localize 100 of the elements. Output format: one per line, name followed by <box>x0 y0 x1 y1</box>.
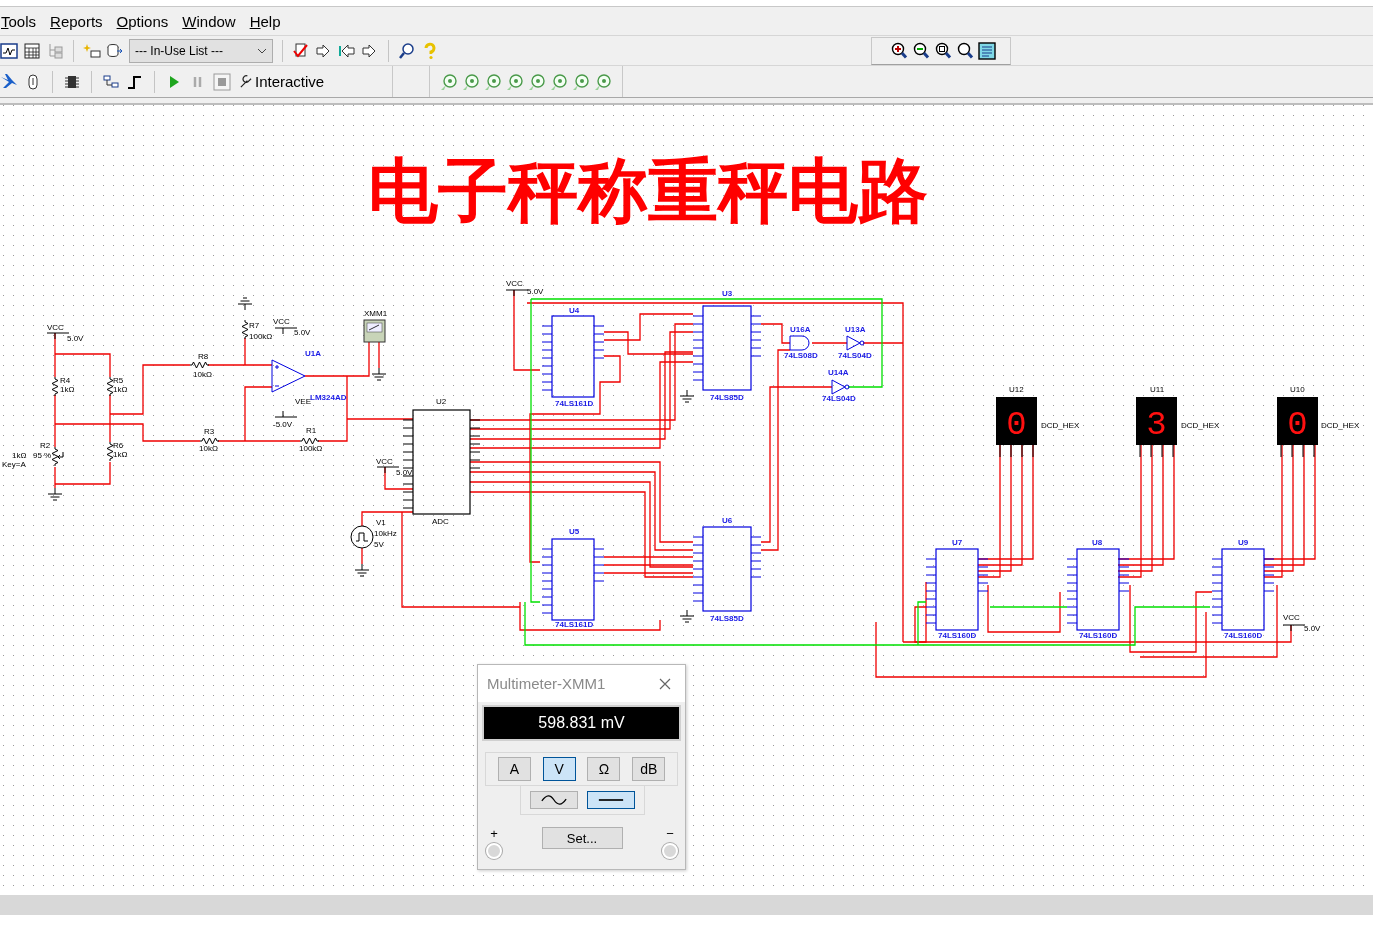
probe-icon[interactable] <box>572 72 590 91</box>
component-label: U1A <box>305 349 321 358</box>
ac-mode-button[interactable] <box>530 791 578 809</box>
wire <box>361 547 363 565</box>
component-label: 10kHz <box>374 529 397 538</box>
check-icon[interactable] <box>292 41 310 60</box>
seven-segment-display <box>1136 397 1177 458</box>
component-label: 5V <box>374 540 384 549</box>
buffer-symbol <box>831 379 850 395</box>
ground-symbol <box>354 563 370 577</box>
ground-symbol <box>371 367 387 381</box>
ground-symbol <box>237 297 253 311</box>
component-label: 74LS04D <box>838 351 872 360</box>
dc-mode-button[interactable] <box>587 791 635 809</box>
component-label: 74LS04D <box>822 394 856 403</box>
component-label: 74LS85D <box>710 614 744 623</box>
display-digit: 0 <box>1006 406 1027 444</box>
multimeter-symbol <box>363 319 386 343</box>
blocks-icon[interactable] <box>102 72 120 91</box>
close-icon[interactable] <box>659 677 671 690</box>
component-label: U4 <box>569 306 580 315</box>
component-label: 5.0V <box>527 287 544 296</box>
component-label: 100kΩ <box>299 444 323 453</box>
power-symbol <box>1282 624 1306 632</box>
function-button[interactable]: V <box>542 757 576 781</box>
power-symbol <box>274 410 298 418</box>
menu-item[interactable]: Reports <box>50 12 103 30</box>
screen-icon[interactable] <box>978 41 996 60</box>
menu-item[interactable]: Options <box>116 12 169 30</box>
component-label: VCC <box>47 323 64 332</box>
component-label: VCC <box>506 279 523 288</box>
component-label: 5.0V <box>67 334 84 343</box>
set-button[interactable]: Set... <box>541 827 623 849</box>
component-label: U13A <box>845 325 866 334</box>
component-label: U11 <box>1150 385 1165 394</box>
interactive-mode-button[interactable]: Interactive <box>237 73 327 90</box>
ground-symbol <box>47 487 63 501</box>
component-label: R1 <box>306 426 317 435</box>
database-icon[interactable] <box>106 41 124 60</box>
menu-item[interactable]: Tools <box>1 12 37 30</box>
component-label: R5 <box>113 376 124 385</box>
component-label: VCC <box>376 457 393 466</box>
wrench-icon <box>239 75 252 88</box>
zoom-fit-icon[interactable] <box>956 41 974 60</box>
in-use-list-dropdown[interactable]: --- In-Use List --- <box>129 38 273 63</box>
probe-icon[interactable] <box>506 72 524 91</box>
function-button[interactable]: Ω <box>587 757 621 781</box>
component-label: 1kΩ <box>60 385 75 394</box>
and-gate-symbol <box>789 335 810 351</box>
display-digit: 3 <box>1146 406 1167 444</box>
component-label: R8 <box>198 352 209 361</box>
sine-wave-icon <box>540 795 568 805</box>
grid-icon[interactable] <box>23 41 41 60</box>
probe-icon[interactable] <box>594 72 612 91</box>
op-amp-symbol <box>271 359 306 393</box>
component-label: 10kΩ <box>199 444 218 453</box>
probe-icon[interactable] <box>550 72 568 91</box>
probe-icon[interactable] <box>462 72 480 91</box>
component-label: DCD_HEX <box>1181 421 1220 430</box>
terminal-label: − <box>666 827 674 841</box>
probe-icon[interactable] <box>528 72 546 91</box>
component-label: U5 <box>569 527 580 536</box>
function-button[interactable]: A <box>497 757 531 781</box>
search-icon[interactable] <box>398 41 416 60</box>
stop-icon[interactable] <box>213 72 231 91</box>
component-label: 10kΩ <box>193 370 212 379</box>
plane-icon[interactable] <box>0 72 18 91</box>
component-label: 74LS160D <box>938 631 977 640</box>
component-label: R2 <box>40 441 51 450</box>
probe-icon[interactable] <box>440 72 458 91</box>
component-label: R6 <box>113 441 124 450</box>
component-label: U2 <box>436 397 447 406</box>
menu-item[interactable]: Help <box>249 12 281 30</box>
meter-reading: 598.831 mV <box>538 714 625 732</box>
clock-source-symbol <box>350 525 374 549</box>
buffer-symbol <box>846 335 865 351</box>
component-label: DCD_HEX <box>1321 421 1360 430</box>
zoom-area-icon[interactable] <box>934 41 952 60</box>
component-label: VCC <box>273 317 290 326</box>
seven-segment-display <box>996 397 1037 458</box>
component-label: U3 <box>722 289 733 298</box>
power-symbol <box>505 289 529 297</box>
resistor-symbol <box>189 361 210 369</box>
resistor-symbol <box>199 437 220 445</box>
caret-icon <box>257 47 267 54</box>
component-label: R3 <box>204 427 215 436</box>
zoom-out-icon[interactable] <box>912 41 930 60</box>
component-label: U9 <box>1238 538 1249 547</box>
chart-icon[interactable] <box>0 41 18 60</box>
zoom-in-icon[interactable] <box>890 41 908 60</box>
component-label: ADC <box>432 517 449 526</box>
component-label: U16A <box>790 325 811 334</box>
component-label: R7 <box>249 321 260 330</box>
probe-icon[interactable] <box>484 72 502 91</box>
menu-item[interactable]: Window <box>182 12 236 30</box>
ground-symbol <box>679 389 695 403</box>
function-button[interactable]: dB <box>632 757 666 781</box>
component-label: 74LS161D <box>555 620 594 629</box>
component-label: V1 <box>376 518 386 527</box>
seven-segment-display <box>1277 397 1318 458</box>
